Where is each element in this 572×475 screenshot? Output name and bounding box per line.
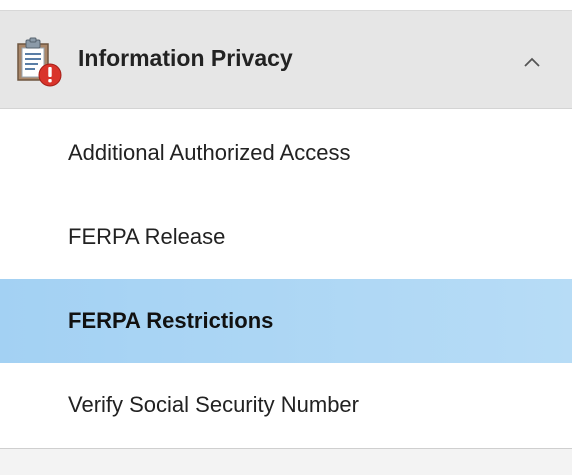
nav-item-verify-social-security-number[interactable]: Verify Social Security Number (0, 363, 572, 447)
top-strip (0, 0, 572, 10)
sidebar-panel: Information Privacy Additional Authorize… (0, 0, 572, 475)
chevron-up-icon[interactable] (522, 55, 542, 69)
nav-item-label: FERPA Release (68, 224, 226, 249)
section-header-information-privacy[interactable]: Information Privacy (0, 10, 572, 109)
nav-item-label: Additional Authorized Access (68, 140, 351, 165)
nav-item-label: Verify Social Security Number (68, 392, 359, 417)
next-section-divider (0, 448, 572, 475)
nav-item-additional-authorized-access[interactable]: Additional Authorized Access (0, 111, 572, 195)
nav-item-ferpa-restrictions[interactable]: FERPA Restrictions (0, 279, 572, 363)
section-title: Information Privacy (78, 45, 293, 71)
clipboard-alert-icon (14, 37, 64, 87)
nav-item-label: FERPA Restrictions (68, 308, 274, 333)
nav-item-ferpa-release[interactable]: FERPA Release (0, 195, 572, 279)
